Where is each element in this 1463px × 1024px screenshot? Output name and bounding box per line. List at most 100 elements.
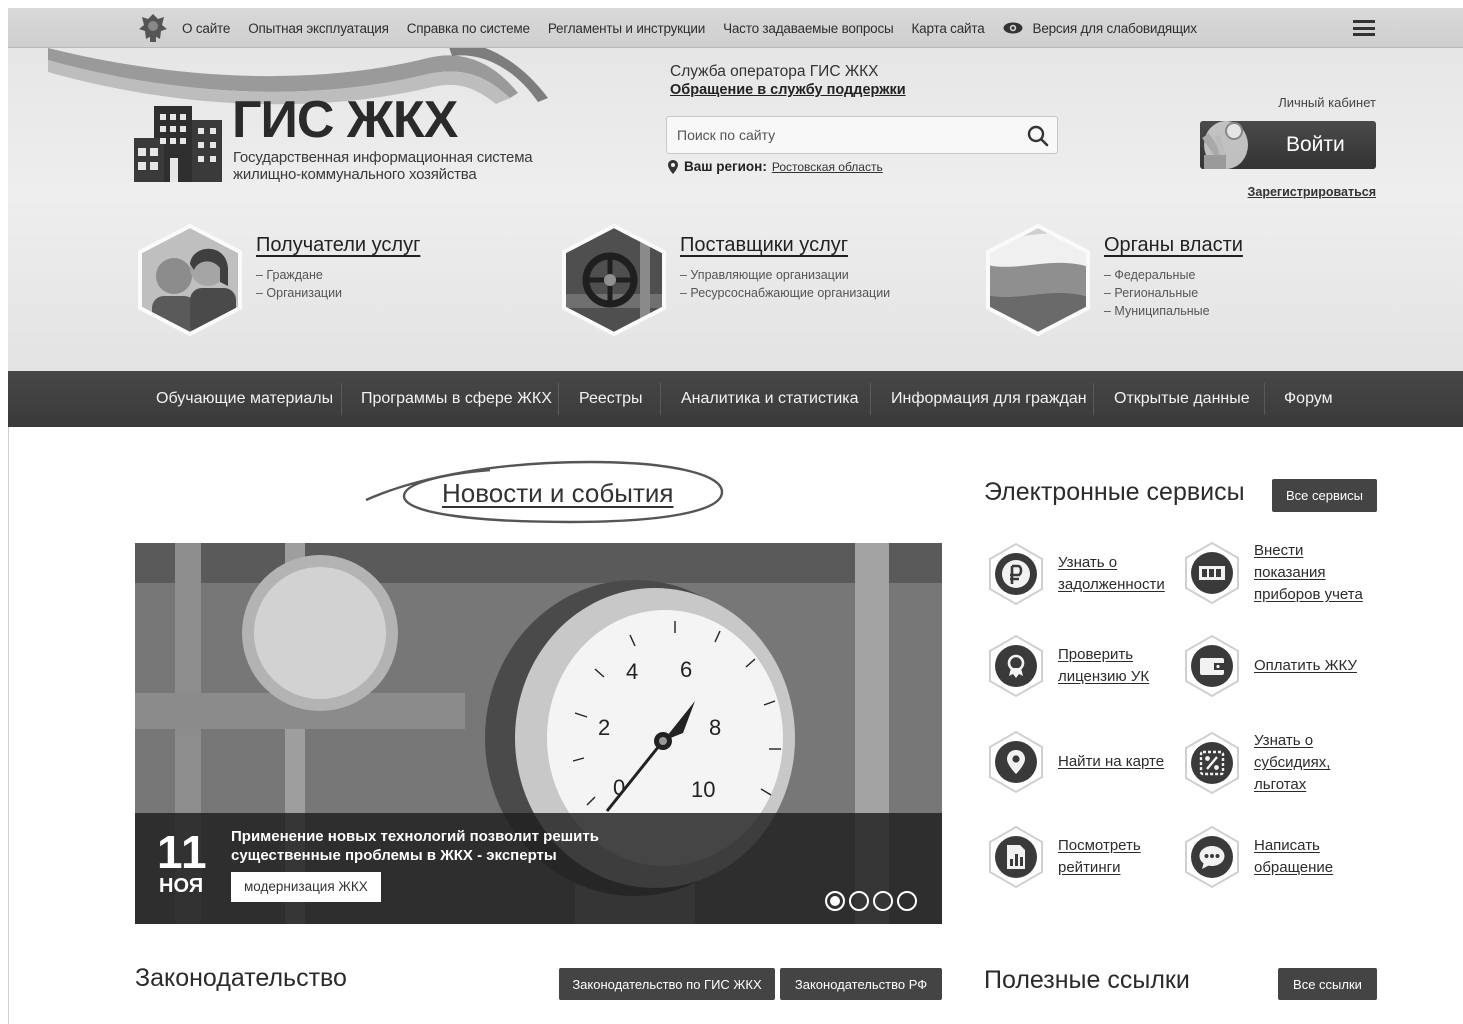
menu-item-learning[interactable]: Обучающие материалы (156, 371, 333, 427)
category-recipients[interactable]: Получатели услуг – Граждане – Организаци… (136, 224, 456, 336)
category-item[interactable]: – Ресурсоснабжающие организации (680, 284, 890, 302)
category-item[interactable]: – Граждане (256, 266, 342, 284)
map-pin-icon (989, 730, 1043, 794)
main-menu: Обучающие материалы Программы в сфере ЖК… (8, 371, 1463, 427)
slider-pagination (825, 891, 917, 911)
search-icon[interactable] (1027, 125, 1049, 147)
service-label-line: Оплатить ЖКУ (1254, 657, 1357, 674)
category-item[interactable]: – Организации (256, 284, 342, 302)
news-tag-button[interactable]: модернизация ЖКХ (231, 872, 381, 902)
service-label-line: Проверить (1058, 646, 1134, 663)
eye-icon[interactable] (1003, 22, 1023, 34)
register-link[interactable]: Зарегистрироваться (1248, 185, 1376, 199)
service-label-line: Посмотреть (1058, 837, 1141, 854)
news-slider[interactable]: 0 2 4 6 8 10 11 НОЯ Применение новых тех… (135, 543, 942, 924)
keys-icon (1202, 121, 1248, 169)
percent-icon (1185, 731, 1239, 795)
category-recipients-title[interactable]: Получатели услуг (256, 234, 420, 257)
menu-item-forum[interactable]: Форум (1284, 371, 1333, 427)
service-ratings-label: Посмотреть рейтинги (1058, 835, 1141, 879)
category-authorities[interactable]: Органы власти – Федеральные – Региональн… (984, 224, 1284, 336)
top-link-regulations[interactable]: Регламенты и инструкции (548, 21, 705, 36)
personal-cabinet-label: Личный кабинет (1278, 95, 1376, 110)
service-map[interactable]: Найти на карте (984, 730, 1164, 794)
service-appeal[interactable]: Написать обращение (1180, 825, 1333, 889)
category-item[interactable]: – Федеральные (1104, 266, 1210, 284)
category-providers-title[interactable]: Поставщики услуг (680, 234, 848, 257)
service-subsidies[interactable]: Узнать о субсидиях, льготах (1180, 730, 1330, 796)
logo-subtitle-line1: Государственная информационная система (233, 149, 533, 166)
gis-legislation-button[interactable]: Законодательство по ГИС ЖКХ (559, 968, 775, 1000)
header: ГИС ЖКХ Государственная информационная с… (8, 48, 1463, 371)
logo-title[interactable]: ГИС ЖКХ (232, 90, 458, 150)
top-link-trial[interactable]: Опытная эксплуатация (248, 21, 389, 36)
service-label-line: Узнать о (1254, 732, 1314, 749)
news-month: НОЯ (159, 875, 204, 897)
region-value-link[interactable]: Ростовская область (772, 160, 883, 174)
meter-icon (1185, 541, 1239, 605)
service-ratings[interactable]: Посмотреть рейтинги (984, 825, 1141, 889)
valve-photo (562, 224, 666, 336)
service-pay[interactable]: Оплатить ЖКУ (1180, 634, 1357, 698)
slider-dot[interactable] (873, 891, 893, 911)
service-debt[interactable]: Узнать о задолженности (984, 542, 1165, 606)
message-icon (1185, 825, 1239, 889)
all-services-button[interactable]: Все сервисы (1272, 479, 1377, 512)
all-links-button[interactable]: Все ссылки (1278, 968, 1377, 1000)
rf-legislation-button[interactable]: Законодательство РФ (780, 968, 942, 1000)
accessibility-version-link[interactable]: Версия для слабовидящих (1033, 21, 1197, 36)
top-nav: О сайте Опытная эксплуатация Справка по … (182, 8, 1215, 48)
news-title-link[interactable]: Применение новых технологий позволит реш… (231, 827, 651, 865)
menu-item-open-data[interactable]: Открытые данные (1114, 371, 1250, 427)
logo-subtitle-line2: жилищно-коммунального хозяйства (233, 166, 477, 183)
location-pin-icon (668, 159, 678, 174)
service-label-line: рейтинги (1058, 859, 1121, 876)
page-border (8, 427, 9, 1024)
menu-item-programs[interactable]: Программы в сфере ЖКХ (361, 371, 552, 427)
menu-item-citizens-info[interactable]: Информация для граждан (891, 371, 1087, 427)
search-box (666, 116, 1058, 154)
service-map-label: Найти на карте (1058, 751, 1164, 773)
region-label: Ваш регион: (684, 159, 767, 174)
top-bar: О сайте Опытная эксплуатация Справка по … (8, 8, 1463, 48)
service-subsidies-label: Узнать о субсидиях, льготах (1254, 730, 1330, 796)
category-item[interactable]: – Региональные (1104, 284, 1210, 302)
gauge-number: 8 (709, 715, 721, 740)
service-label-line: показания (1254, 564, 1326, 581)
support-link[interactable]: Обращение в службу поддержки (670, 82, 906, 98)
slider-dot[interactable] (849, 891, 869, 911)
gauge-number: 10 (691, 777, 715, 802)
slider-dot[interactable] (897, 891, 917, 911)
top-link-sitemap[interactable]: Карта сайта (912, 21, 985, 36)
rating-icon (989, 825, 1043, 889)
menu-item-analytics[interactable]: Аналитика и статистика (681, 371, 859, 427)
top-link-help[interactable]: Справка по системе (407, 21, 530, 36)
category-authorities-list: – Федеральные – Региональные – Муниципал… (1104, 266, 1210, 320)
login-button-label: Войти (1286, 133, 1345, 156)
hamburger-menu-icon[interactable] (1353, 20, 1375, 36)
legislation-heading: Законодательство (135, 964, 347, 992)
service-license-label: Проверить лицензию УК (1058, 644, 1149, 688)
login-button[interactable]: Войти (1200, 121, 1376, 169)
service-label-line: задолженности (1058, 576, 1165, 593)
service-label-line: Написать (1254, 837, 1320, 854)
news-heading-link[interactable]: Новости и события (442, 478, 673, 509)
menu-item-registries[interactable]: Реестры (579, 371, 643, 427)
gauge-number: 6 (680, 657, 692, 682)
top-link-faq[interactable]: Часто задаваемые вопросы (723, 21, 894, 36)
search-input[interactable] (677, 125, 1017, 145)
category-item[interactable]: – Управляющие организации (680, 266, 890, 284)
service-license[interactable]: Проверить лицензию УК (984, 634, 1149, 698)
top-link-about[interactable]: О сайте (182, 21, 230, 36)
category-recipients-list: – Граждане – Организации (256, 266, 342, 302)
category-authorities-title[interactable]: Органы власти (1104, 234, 1243, 257)
category-providers[interactable]: Поставщики услуг – Управляющие организац… (560, 224, 940, 336)
service-meter-readings[interactable]: Внести показания приборов учета (1180, 540, 1363, 606)
gauge-number: 2 (598, 715, 610, 740)
service-label-line: обращение (1254, 859, 1334, 876)
slider-dot[interactable] (825, 891, 845, 911)
gauge-number: 4 (626, 659, 638, 684)
service-label-line: Узнать о (1058, 554, 1118, 571)
category-item[interactable]: – Муниципальные (1104, 302, 1210, 320)
menu-divider (660, 383, 661, 415)
